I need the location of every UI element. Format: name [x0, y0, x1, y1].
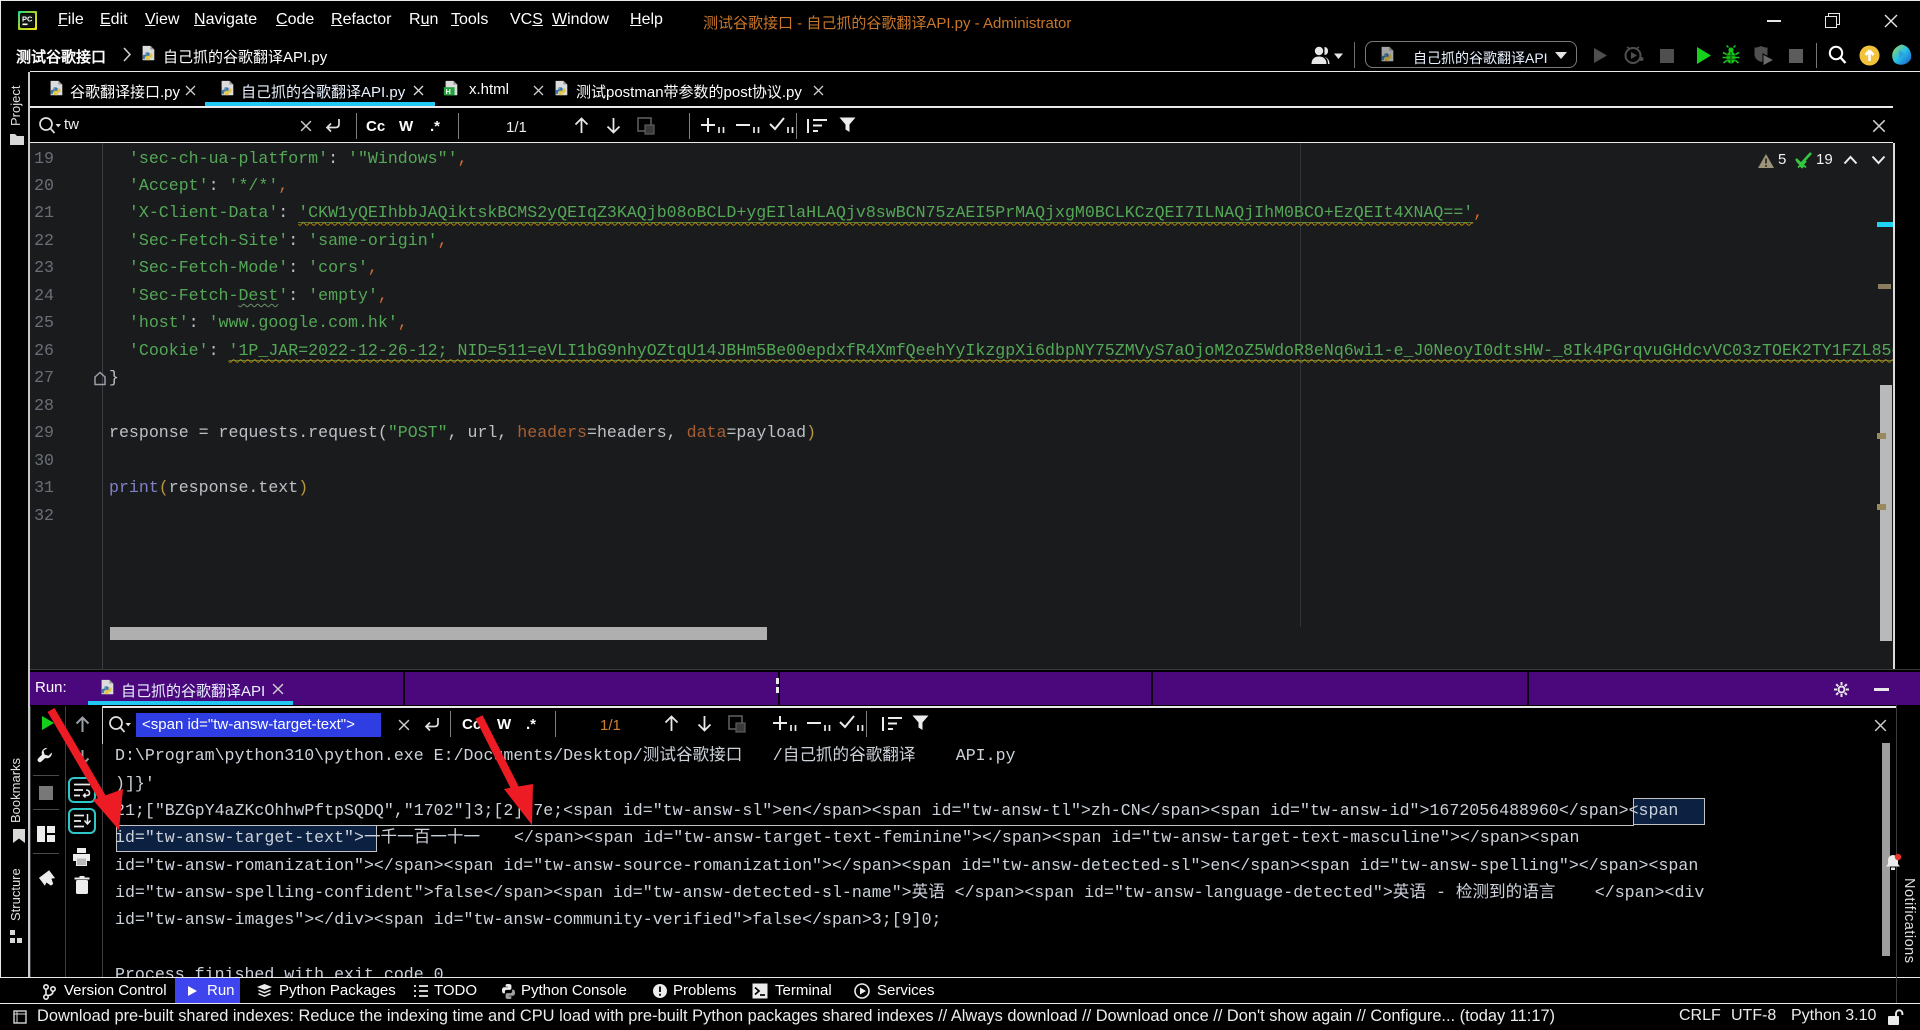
- svg-text:PC: PC: [22, 15, 33, 24]
